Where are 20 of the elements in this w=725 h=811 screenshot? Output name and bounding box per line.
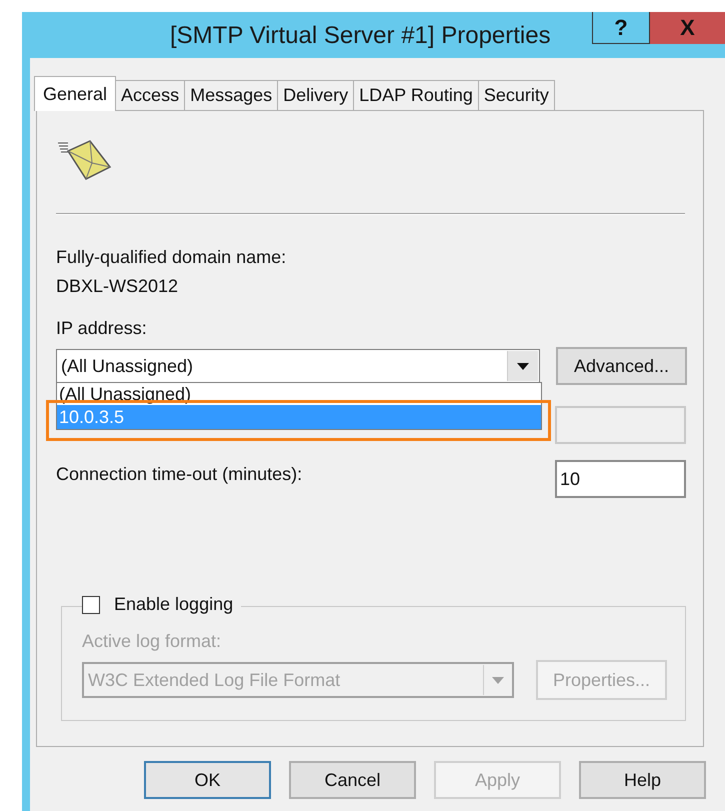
advanced-button[interactable]: Advanced... xyxy=(556,347,687,385)
fqdn-value: DBXL-WS2012 xyxy=(56,276,180,297)
fqdn-label: Fully-qualified domain name: xyxy=(56,247,288,268)
dialog-button[interactable]: Help xyxy=(579,761,706,799)
ip-address-dropdown[interactable]: (All Unassigned) xyxy=(56,349,540,383)
window-title: [SMTP Virtual Server #1] Properties xyxy=(170,22,551,50)
help-button[interactable]: ? xyxy=(592,12,650,44)
timeout-field[interactable]: 10 xyxy=(555,460,686,498)
close-button[interactable]: X xyxy=(650,12,725,44)
timeout-label: Connection time-out (minutes): xyxy=(56,464,302,485)
caret-icon xyxy=(492,676,504,684)
tab[interactable]: General xyxy=(34,76,116,111)
dialog-button[interactable]: Cancel xyxy=(289,761,416,799)
checkbox-label: Enable logging xyxy=(114,594,234,615)
tab[interactable]: Security xyxy=(478,80,555,110)
log-format-label: Active log format: xyxy=(82,631,222,652)
dialog-button[interactable]: OK xyxy=(144,761,271,799)
envelope-icon xyxy=(56,137,112,183)
ip-address-label: IP address: xyxy=(56,318,148,339)
caret-icon xyxy=(517,362,529,370)
